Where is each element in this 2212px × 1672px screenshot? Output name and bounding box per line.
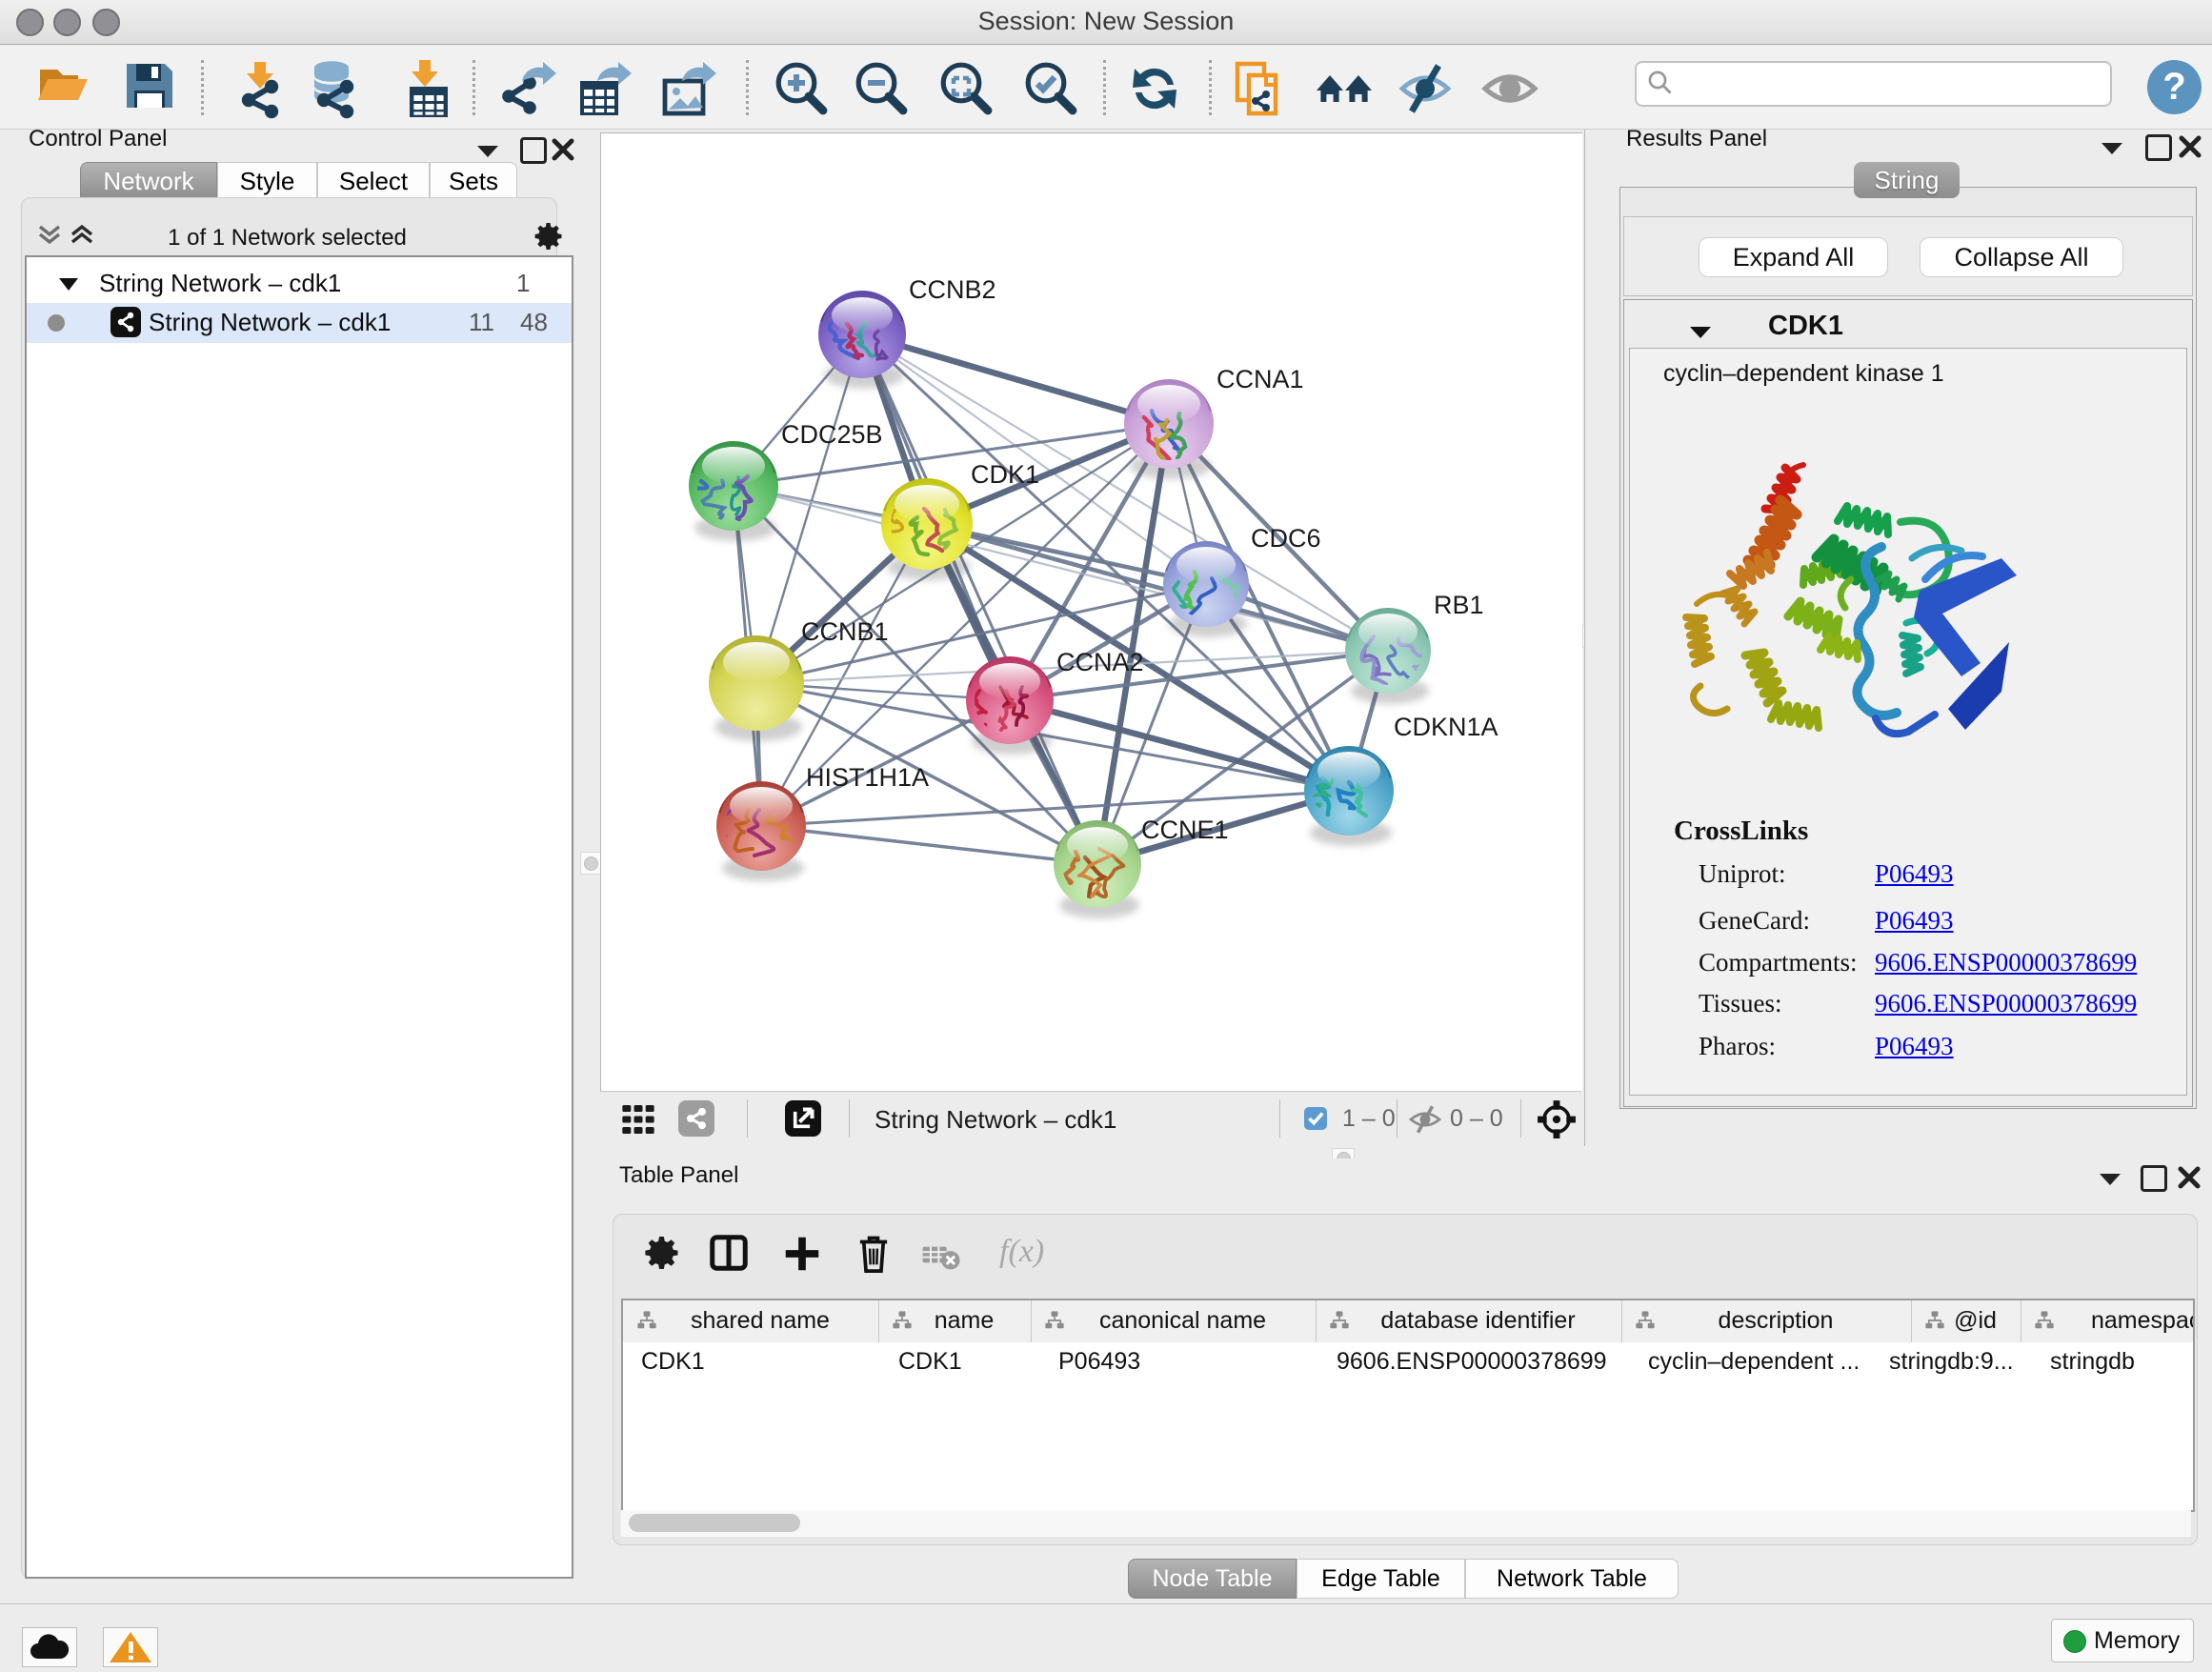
svg-text:CDC25B: CDC25B	[781, 420, 883, 449]
svg-text:CCNA1: CCNA1	[1217, 365, 1304, 393]
svg-text:CDC6: CDC6	[1251, 524, 1321, 553]
svg-text:RB1: RB1	[1434, 591, 1484, 619]
svg-text:CCNB2: CCNB2	[909, 275, 996, 304]
svg-text:CCNA2: CCNA2	[1056, 648, 1144, 676]
svg-text:CDK1: CDK1	[971, 460, 1039, 489]
svg-text:CCNE1: CCNE1	[1141, 816, 1229, 844]
svg-text:HIST1H1A: HIST1H1A	[806, 763, 929, 792]
svg-text:CDKN1A: CDKN1A	[1394, 713, 1498, 741]
svg-text:CCNB1: CCNB1	[801, 617, 889, 646]
